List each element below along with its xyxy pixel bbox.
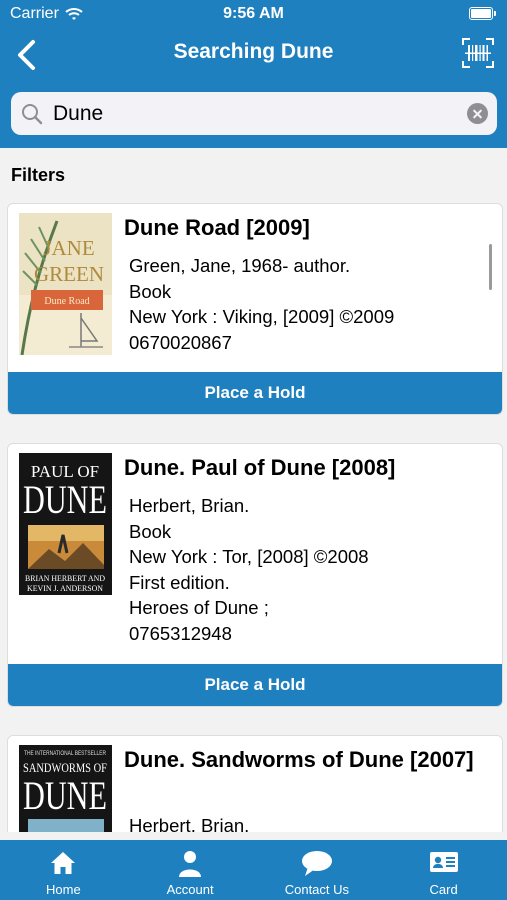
place-hold-button[interactable]: Place a Hold: [8, 664, 502, 706]
search-bar: [11, 92, 497, 135]
barcode-scan-icon: [462, 38, 494, 68]
result-publisher: New York : Viking, [2009] ©2009: [129, 306, 395, 327]
result-publisher: New York : Tor, [2008] ©2008: [129, 546, 369, 567]
result-title[interactable]: Dune Road [2009]: [124, 214, 488, 242]
cover-title-main: DUNE: [23, 773, 107, 818]
tab-card[interactable]: Card: [380, 840, 507, 900]
nav-bar: Searching Dune: [0, 28, 507, 80]
tab-account-label: Account: [166, 882, 214, 897]
cover-author-first: JANE: [43, 236, 94, 260]
result-title[interactable]: Dune. Paul of Dune [2008]: [124, 454, 488, 482]
result-isbn: 0765312948: [129, 622, 232, 644]
result-details: Herbert, Brian.: [129, 813, 249, 832]
book-cover-image: THE INTERNATIONAL BESTSELLER SANDWORMS O…: [19, 745, 112, 832]
barcode-scan-button[interactable]: [461, 36, 495, 70]
scroll-indicator: [489, 244, 492, 290]
result-details: Herbert, Brian. Book New York : Tor, [20…: [129, 493, 369, 646]
filters-button[interactable]: Filters: [11, 165, 65, 186]
status-time: 9:56 AM: [223, 5, 284, 22]
status-bar: Carrier 9:56 AM: [0, 0, 507, 28]
result-card[interactable]: PAUL OF DUNE BRIAN HERBERT AND KEVIN J. …: [7, 443, 503, 707]
person-icon: [179, 851, 202, 877]
result-format: Book: [129, 280, 172, 302]
search-icon: [22, 103, 43, 124]
result-isbn: 0670020867: [129, 331, 232, 353]
result-author: Herbert, Brian.: [129, 495, 250, 516]
tab-bar: Home Account Contact Us Card: [0, 840, 507, 900]
result-author: Herbert, Brian.: [129, 815, 250, 832]
chat-bubble-icon: [301, 851, 332, 876]
book-cover-image: PAUL OF DUNE BRIAN HERBERT AND KEVIN J. …: [19, 453, 112, 595]
clear-search-button[interactable]: [467, 103, 488, 124]
result-title[interactable]: Dune. Sandworms of Dune [2007]: [124, 746, 488, 774]
results-list: JANE GREEN Dune Road Dune Road [2009] Gr…: [0, 200, 507, 832]
place-hold-button[interactable]: Place a Hold: [8, 372, 502, 414]
battery-icon: [469, 7, 496, 20]
cover-title: Dune Road: [44, 296, 89, 307]
cover-author-last: GREEN: [34, 262, 104, 286]
result-details: Green, Jane, 1968- author. Book New York…: [129, 253, 394, 355]
result-card[interactable]: JANE GREEN Dune Road Dune Road [2009] Gr…: [7, 203, 503, 415]
tab-home[interactable]: Home: [0, 840, 127, 900]
tab-contact-us-label: Contact Us: [284, 882, 350, 897]
result-author: Green, Jane, 1968- author.: [129, 255, 351, 276]
cover-authors-2: KEVIN J. ANDERSON: [27, 584, 103, 593]
header: Carrier 9:56 AM Searching Dune: [0, 0, 507, 148]
tab-card-label: Card: [429, 882, 458, 897]
cover-title-main: DUNE: [23, 477, 107, 522]
result-format: Book: [129, 520, 172, 542]
result-series: Heroes of Dune ;: [129, 597, 269, 618]
page-title: Searching Dune: [173, 40, 334, 63]
result-card[interactable]: THE INTERNATIONAL BESTSELLER SANDWORMS O…: [7, 735, 503, 832]
tab-contact-us[interactable]: Contact Us: [254, 840, 381, 900]
home-icon: [51, 852, 76, 874]
tab-home-label: Home: [46, 882, 81, 897]
book-cover-image: JANE GREEN Dune Road: [19, 213, 112, 355]
cover-tagline: THE INTERNATIONAL BESTSELLER: [24, 751, 107, 757]
result-edition: First edition.: [129, 571, 230, 593]
search-input[interactable]: [51, 100, 455, 127]
tab-account[interactable]: Account: [127, 840, 254, 900]
cover-authors-1: BRIAN HERBERT AND: [25, 574, 105, 583]
id-card-icon: [429, 852, 458, 872]
